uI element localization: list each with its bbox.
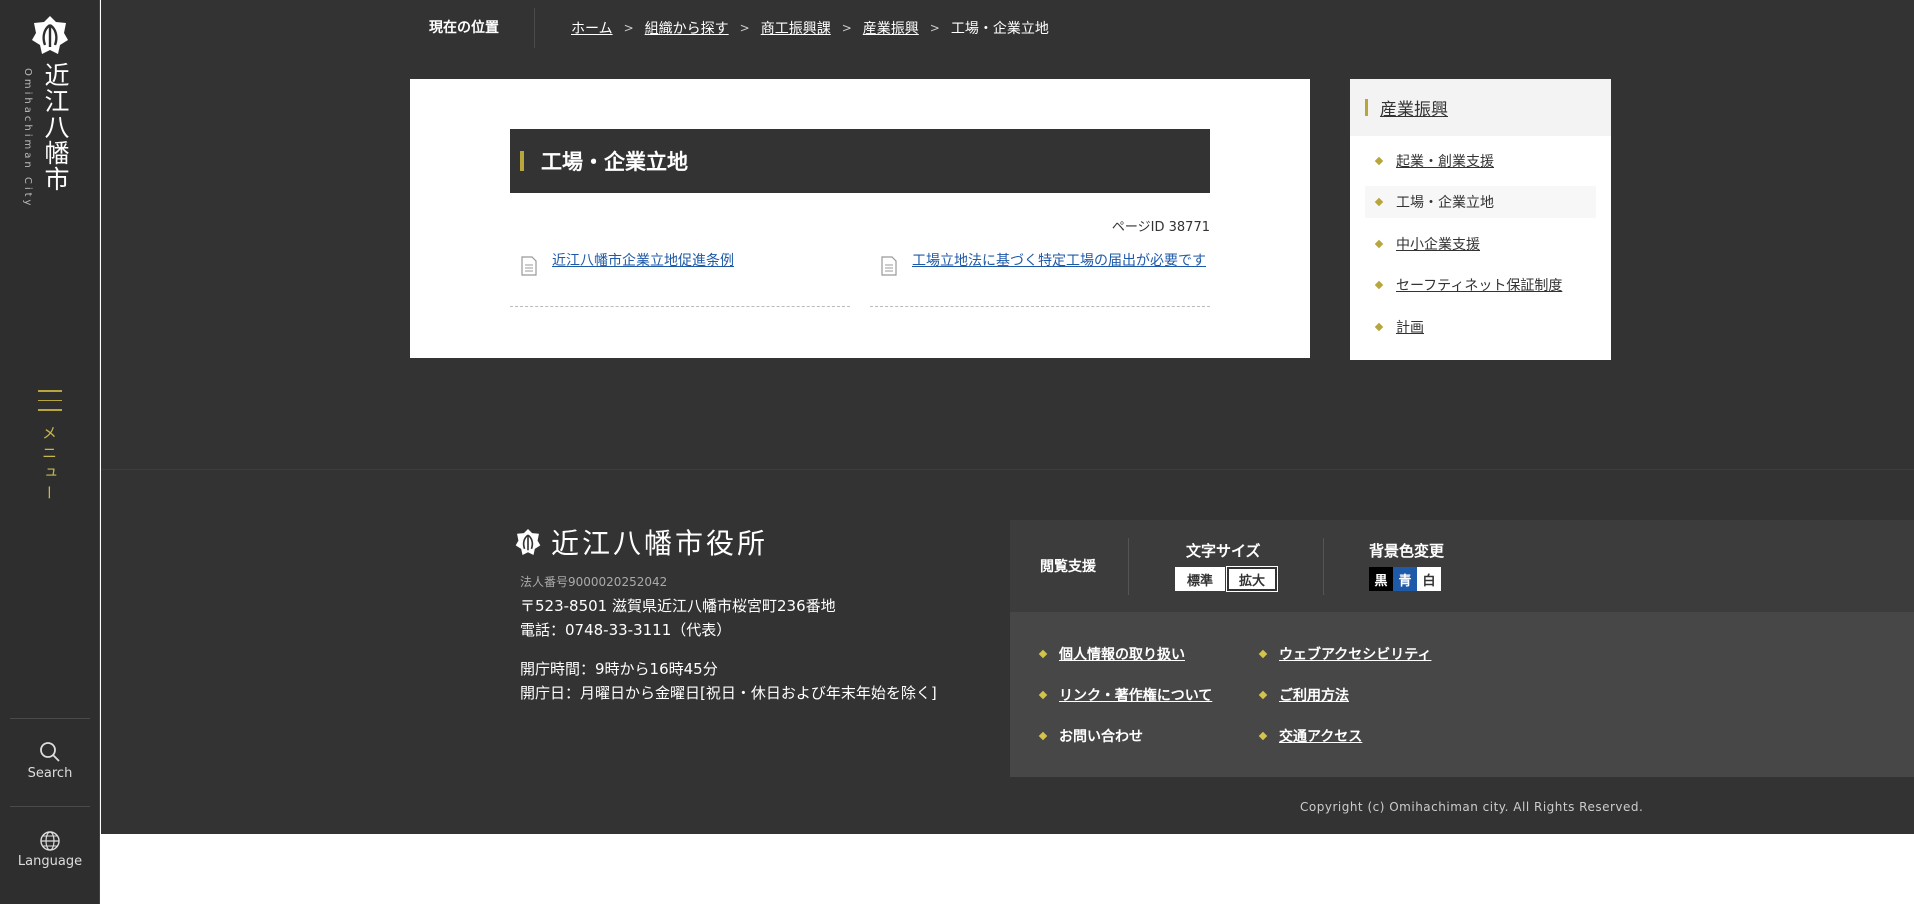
local-navigation: 産業振興 起業・創業支援 工場・企業立地 中小企業支援 セーフティネット保証制度… [1350,79,1611,360]
bg-black-button[interactable]: 黒 [1369,567,1393,591]
document-icon [881,256,897,276]
local-nav-link[interactable]: 起業・創業支援 [1396,151,1494,171]
city-name-roman: Omihachiman City [22,68,33,209]
content-link-item[interactable]: 近江八幡市企業立地促進条例 [510,251,850,307]
globe-icon [40,831,60,851]
local-nav-header: 産業振興 [1350,79,1611,136]
corporate-number: 法人番号9000020252042 [520,575,668,589]
toolbar-divider [1323,538,1324,595]
menu-button[interactable]: メニュー [26,390,74,515]
font-size-label: 文字サイズ [1186,542,1261,560]
search-button[interactable]: Search [0,740,100,800]
local-nav-current-label: 工場・企業立地 [1396,195,1494,211]
bg-blue-button[interactable]: 青 [1393,567,1417,591]
footer-link-item[interactable]: 個人情報の取り扱い [1038,644,1185,664]
local-nav-link[interactable]: 計画 [1396,317,1424,337]
content-link[interactable]: 工場立地法に基づく特定工場の届出が必要です [912,251,1206,306]
diamond-bullet-icon [1258,731,1268,741]
footer-link-contact[interactable]: お問い合わせ [1059,726,1143,746]
diamond-bullet-icon [1258,690,1268,700]
toolbar-divider [1128,538,1129,595]
local-nav-link[interactable]: 中小企業支援 [1396,234,1480,254]
local-nav-item-current: 工場・企業立地 [1365,186,1596,218]
footer-link-usage[interactable]: ご利用方法 [1279,685,1349,705]
sidebar-divider [10,718,90,719]
search-label: Search [27,766,73,781]
local-nav-item[interactable]: セーフティネット保証制度 [1365,269,1596,301]
city-name-logo[interactable]: 近江八幡市 [40,62,70,192]
breadcrumb-title: 現在の位置 [410,7,535,48]
breadcrumb-home-link[interactable]: ホーム [571,18,613,38]
footer-logo[interactable]: 近江八幡市役所 [515,522,768,562]
bg-white-button[interactable]: 白 [1417,567,1441,591]
footer-link-item[interactable]: ご利用方法 [1258,685,1349,705]
menu-label: メニュー [40,424,58,505]
document-icon [521,256,537,276]
footer-link-accessibility[interactable]: ウェブアクセシビリティ [1279,644,1431,664]
heading-accent-bar [1365,99,1368,116]
footer-link-access[interactable]: 交通アクセス [1279,726,1362,746]
diamond-bullet-icon [1038,649,1048,659]
diamond-bullet-icon [1374,322,1384,332]
footer-link-item[interactable]: 交通アクセス [1258,726,1362,746]
search-icon [40,742,60,762]
local-nav-item[interactable]: 計画 [1365,311,1596,343]
diamond-bullet-icon [1374,280,1384,290]
breadcrumb-separator: > [841,20,852,35]
office-hours: 開庁時間：9時から16時45分 [520,660,718,678]
heading-accent-bar [520,151,524,171]
language-button[interactable]: Language [0,830,100,890]
breadcrumb-industry-link[interactable]: 産業振興 [863,18,919,38]
local-nav-link[interactable]: セーフティネット保証制度 [1396,275,1562,295]
font-size-large-button[interactable]: 拡大 [1226,566,1278,592]
local-nav-title-link[interactable]: 産業振興 [1380,95,1448,120]
breadcrumb-separator: > [623,20,634,35]
diamond-bullet-icon [1374,239,1384,249]
office-address: 〒523-8501 滋賀県近江八幡市桜宮町236番地 [520,597,836,615]
copyright-text: Copyright (c) Omihachiman city. All Righ… [1300,800,1644,814]
diamond-bullet-icon [1038,690,1048,700]
breadcrumb-commerce-dept-link[interactable]: 商工振興課 [761,18,831,38]
breadcrumb-separator: > [739,20,750,35]
background-color-label: 背景色変更 [1369,542,1445,560]
breadcrumb-separator: > [929,20,940,35]
language-label: Language [17,854,83,869]
breadcrumb-organization-link[interactable]: 組織から探す [645,18,729,38]
sidebar-divider [10,806,90,807]
local-nav-item[interactable]: 起業・創業支援 [1365,145,1596,177]
global-sidebar: 近江八幡市 Omihachiman City メニュー Search Langu… [0,0,100,904]
city-emblem-icon [515,529,541,555]
local-nav-item[interactable]: 中小企業支援 [1365,228,1596,260]
breadcrumb-current: 工場・企業立地 [950,20,1049,37]
footer-link-item[interactable]: お問い合わせ [1038,726,1143,746]
content-link-item[interactable]: 工場立地法に基づく特定工場の届出が必要です [870,251,1210,307]
diamond-bullet-icon [1374,156,1384,166]
footer-link-privacy[interactable]: 個人情報の取り扱い [1059,644,1185,664]
city-emblem-icon [32,16,68,54]
hamburger-icon [26,390,74,411]
browsing-support-label: 閲覧支援 [1040,559,1096,575]
content-card: 工場・企業立地 ページID 38771 近江八幡市企業立地促進条例 工場立地法に… [410,79,1310,358]
browsing-support-toolbar: 閲覧支援 文字サイズ 標準 拡大 背景色変更 黒 青 白 [1010,520,1914,612]
font-size-standard-button[interactable]: 標準 [1175,567,1225,591]
content-link[interactable]: 近江八幡市企業立地促進条例 [552,251,734,306]
footer-link-item[interactable]: ウェブアクセシビリティ [1258,644,1431,664]
footer-divider [101,469,1914,470]
diamond-bullet-icon [1258,649,1268,659]
diamond-bullet-icon [1374,197,1384,207]
diamond-bullet-icon [1038,731,1048,741]
page-id: ページID 38771 [1111,220,1210,235]
browsing-support-panel: 閲覧支援 文字サイズ 標準 拡大 背景色変更 黒 青 白 個人情報の取り扱い ウ… [1010,520,1914,777]
page-heading: 工場・企業立地 [510,129,1210,193]
breadcrumb: 現在の位置 ホーム > 組織から探す > 商工振興課 > 産業振興 > 工場・企… [410,0,1049,55]
footer-link-copyright[interactable]: リンク・著作権について [1059,685,1212,705]
page-title: 工場・企業立地 [541,149,688,174]
footer-link-item[interactable]: リンク・著作権について [1038,685,1212,705]
office-phone: 電話：0748-33-3111（代表） [520,621,732,639]
office-name: 近江八幡市役所 [551,527,769,560]
office-days: 開庁日：月曜日から金曜日[祝日・休日および年末年始を除く] [520,684,937,702]
